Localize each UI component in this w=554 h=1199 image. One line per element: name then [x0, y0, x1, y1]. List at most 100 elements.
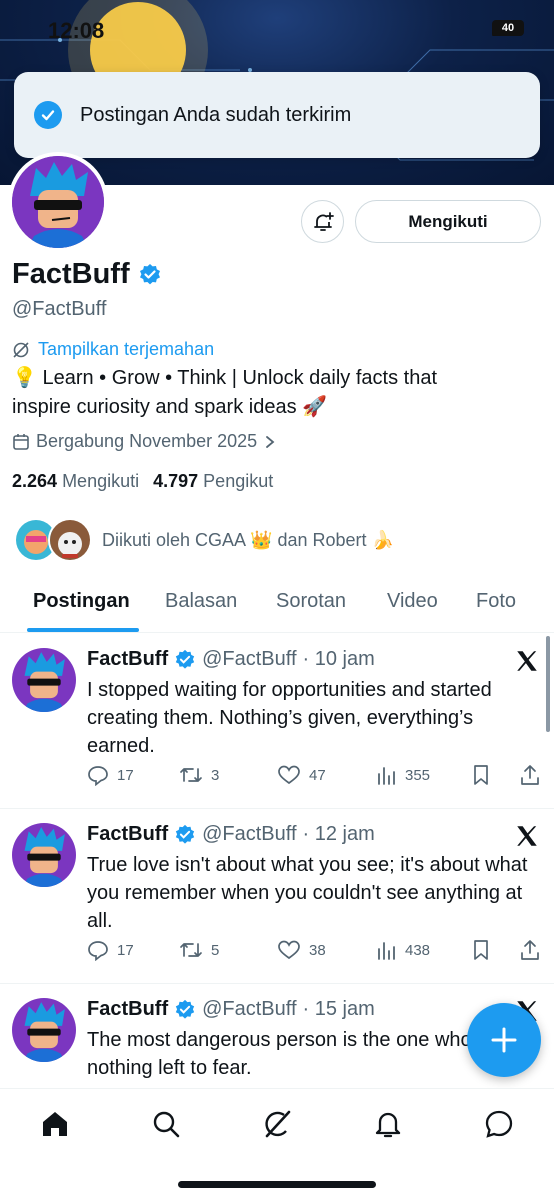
reply-button[interactable]: 17 [87, 764, 134, 786]
reply-icon [88, 766, 108, 786]
status-bar: 12:08 40 [0, 0, 554, 60]
repost-button[interactable]: 5 [179, 939, 219, 961]
repost-button[interactable]: 3 [179, 764, 219, 786]
verified-badge-icon [175, 999, 195, 1019]
share-button[interactable] [519, 764, 541, 786]
follower-avatar [48, 518, 92, 562]
bookmark-button[interactable] [471, 764, 491, 786]
views-icon [378, 767, 395, 785]
share-icon [521, 940, 539, 960]
followed-by-label: Diikuti oleh CGAA 👑 dan Robert 🍌 [102, 529, 394, 550]
grok-icon [265, 1110, 291, 1138]
scrollbar[interactable] [546, 636, 550, 732]
compose-post-button[interactable] [467, 1003, 541, 1077]
plus-icon [491, 1027, 517, 1053]
calendar-icon [13, 433, 29, 450]
post-sent-toast[interactable]: Postingan Anda sudah terkirim [14, 72, 540, 158]
views-count: 355 [405, 766, 431, 784]
post-item[interactable]: FactBuff @FactBuff · 10 jam I stopped wa… [0, 634, 554, 809]
followed-by[interactable]: Diikuti oleh CGAA 👑 dan Robert 🍌 [14, 518, 394, 562]
verified-badge-icon [175, 824, 195, 844]
joined-date[interactable]: Bergabung November 2025 [12, 431, 277, 452]
repost-count: 3 [211, 766, 220, 784]
nav-home[interactable] [38, 1107, 72, 1141]
post-item[interactable]: FactBuff @FactBuff · 12 jam True love is… [0, 809, 554, 984]
post-author-handle: @FactBuff [202, 998, 297, 1020]
chevron-right-icon [266, 435, 275, 448]
battery-level: 40 [501, 22, 515, 34]
heart-icon [278, 940, 300, 960]
like-count: 38 [309, 941, 326, 959]
profile-handle: @FactBuff [12, 298, 107, 320]
active-tab-indicator [27, 628, 139, 632]
status-time: 12:08 [48, 18, 105, 43]
profile-bio: 💡 Learn • Grow • Think | Unlock daily fa… [12, 364, 542, 422]
nav-grok[interactable] [260, 1107, 294, 1141]
search-icon [153, 1111, 180, 1138]
post-text: True love isn't about what you see; it's… [87, 854, 528, 932]
like-button[interactable]: 38 [277, 939, 326, 961]
reply-button[interactable]: 17 [87, 939, 134, 961]
verified-badge-icon [175, 649, 195, 669]
profile-name: FactBuff [12, 258, 130, 290]
post-author-name[interactable]: FactBuff [87, 998, 168, 1021]
avatar[interactable] [12, 823, 76, 887]
post-author-handle: @FactBuff [202, 823, 297, 845]
home-indicator [178, 1181, 376, 1188]
tab-postingan[interactable]: Postingan [33, 590, 130, 613]
post-time: · 12 jam [302, 823, 375, 845]
following-button[interactable]: Mengikuti [355, 200, 541, 243]
translate-link[interactable]: Tampilkan terjemahan [12, 339, 214, 360]
bookmark-icon [474, 940, 488, 960]
nav-search[interactable] [149, 1107, 183, 1141]
x-logo-icon[interactable] [514, 823, 540, 849]
share-icon [521, 765, 539, 785]
profile-avatar[interactable] [8, 152, 108, 252]
views-button[interactable]: 438 [375, 939, 430, 961]
messages-icon [485, 1110, 513, 1138]
profile-tabs: Postingan Balasan Sorotan Video Foto [0, 580, 554, 633]
translate-icon [13, 341, 29, 358]
joined-label: Bergabung November 2025 [36, 431, 258, 451]
reply-icon [88, 941, 108, 961]
post-actions: 17 3 47 355 [87, 764, 542, 794]
reply-count: 17 [117, 941, 134, 959]
tab-foto[interactable]: Foto [476, 590, 516, 613]
toast-message: Postingan Anda sudah terkirim [80, 103, 352, 126]
tab-sorotan[interactable]: Sorotan [276, 590, 346, 613]
post-author-name[interactable]: FactBuff [87, 648, 168, 671]
notify-button[interactable] [301, 200, 344, 243]
repost-icon [180, 768, 202, 782]
post-author-name[interactable]: FactBuff [87, 823, 168, 846]
tab-video[interactable]: Video [387, 590, 438, 613]
views-count: 438 [405, 941, 431, 959]
nav-notifications[interactable] [371, 1107, 405, 1141]
like-button[interactable]: 47 [277, 764, 326, 786]
battery-icon: 40 [492, 20, 524, 36]
bio-line-1: 💡 Learn • Grow • Think | Unlock daily fa… [12, 367, 438, 389]
avatar[interactable] [12, 998, 76, 1062]
home-icon [43, 1112, 67, 1136]
avatar[interactable] [12, 648, 76, 712]
views-button[interactable]: 355 [375, 764, 430, 786]
post-author-handle: @FactBuff [202, 648, 297, 670]
tab-balasan[interactable]: Balasan [165, 590, 237, 613]
x-logo-icon[interactable] [514, 648, 540, 674]
views-icon [378, 942, 395, 960]
bookmark-button[interactable] [471, 939, 491, 961]
post-actions: 17 5 38 438 [87, 939, 542, 969]
post-text: I stopped waiting for opportunities and … [87, 679, 492, 757]
heart-icon [278, 765, 300, 785]
verified-badge-icon[interactable] [138, 263, 162, 287]
bell-plus-icon [313, 211, 334, 231]
avatar [12, 156, 104, 248]
nav-messages[interactable] [482, 1107, 516, 1141]
repost-icon [180, 943, 202, 957]
post-time: · 15 jam [302, 998, 375, 1020]
notifications-icon [375, 1112, 401, 1138]
bio-line-2: inspire curiosity and spark ideas 🚀 [12, 396, 328, 418]
share-button[interactable] [519, 939, 541, 961]
following-stat[interactable]: 2.264 Mengikuti [12, 471, 139, 492]
followers-stat[interactable]: 4.797 Pengikut [153, 471, 273, 492]
like-count: 47 [309, 766, 326, 784]
